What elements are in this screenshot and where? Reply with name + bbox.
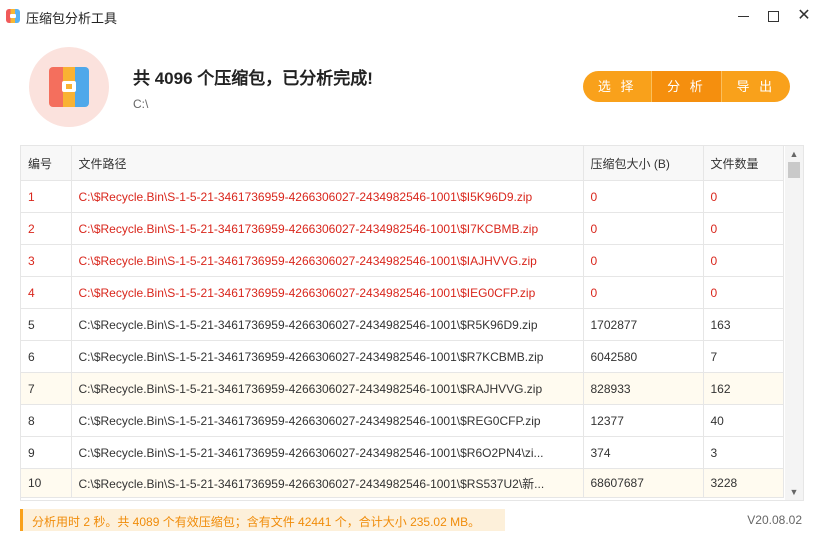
cell-path: C:\$Recycle.Bin\S-1-5-21-3461736959-4266… — [71, 180, 584, 213]
minimize-icon[interactable] — [734, 6, 754, 26]
status-summary: 分析用时 2 秒。共 4089 个有效压缩包；含有文件 42441 个，合计大小… — [32, 515, 481, 529]
table-row[interactable]: 8 C:\$Recycle.Bin\S-1-5-21-3461736959-42… — [21, 404, 784, 437]
cell-size: 1702877 — [583, 308, 704, 341]
cell-path: C:\$Recycle.Bin\S-1-5-21-3461736959-4266… — [71, 244, 584, 277]
cell-size: 828933 — [583, 372, 704, 405]
maximize-icon[interactable] — [764, 6, 784, 26]
cell-id: 6 — [21, 340, 72, 373]
export-button[interactable]: 导 出 — [722, 71, 790, 102]
package-icon — [49, 67, 89, 107]
cell-count: 0 — [703, 276, 784, 309]
cell-id: 4 — [21, 276, 72, 309]
cell-path: C:\$Recycle.Bin\S-1-5-21-3461736959-4266… — [71, 404, 584, 437]
cell-count: 0 — [703, 244, 784, 277]
cell-size: 6042580 — [583, 340, 704, 373]
cell-size: 0 — [583, 180, 704, 213]
version-label: V20.08.02 — [747, 513, 802, 527]
column-header-size[interactable]: 压缩包大小 (B) — [583, 146, 704, 181]
table-row[interactable]: 9 C:\$Recycle.Bin\S-1-5-21-3461736959-42… — [21, 436, 784, 469]
cell-count: 0 — [703, 212, 784, 245]
table-row[interactable]: 6 C:\$Recycle.Bin\S-1-5-21-3461736959-42… — [21, 340, 784, 373]
cell-id: 1 — [21, 180, 72, 213]
cell-id: 8 — [21, 404, 72, 437]
scroll-up-icon[interactable]: ▲ — [785, 146, 803, 162]
window-title: 压缩包分析工具 — [26, 11, 118, 26]
cell-count: 3228 — [703, 468, 784, 498]
cell-path: C:\$Recycle.Bin\S-1-5-21-3461736959-4266… — [71, 468, 584, 498]
scan-path: C:\ — [133, 97, 149, 111]
cell-path: C:\$Recycle.Bin\S-1-5-21-3461736959-4266… — [71, 340, 584, 373]
table-row[interactable]: 7 C:\$Recycle.Bin\S-1-5-21-3461736959-42… — [21, 372, 784, 405]
scroll-thumb[interactable] — [788, 162, 800, 178]
cell-count: 3 — [703, 436, 784, 469]
column-header-count[interactable]: 文件数量 — [703, 146, 784, 181]
cell-id: 2 — [21, 212, 72, 245]
table-row[interactable]: 4 C:\$Recycle.Bin\S-1-5-21-3461736959-42… — [21, 276, 784, 309]
action-button-group: 选 择 分 析 导 出 — [583, 71, 790, 102]
select-button[interactable]: 选 择 — [583, 71, 651, 102]
scroll-down-icon[interactable]: ▼ — [785, 484, 803, 500]
cell-count: 163 — [703, 308, 784, 341]
cell-size: 0 — [583, 244, 704, 277]
cell-size: 68607687 — [583, 468, 704, 498]
status-bar: 分析用时 2 秒。共 4089 个有效压缩包；含有文件 42441 个，合计大小… — [20, 509, 505, 531]
cell-id: 9 — [21, 436, 72, 469]
cell-size: 12377 — [583, 404, 704, 437]
column-header-id[interactable]: 编号 — [21, 146, 72, 181]
cell-path: C:\$Recycle.Bin\S-1-5-21-3461736959-4266… — [71, 308, 584, 341]
table-row[interactable]: 3 C:\$Recycle.Bin\S-1-5-21-3461736959-42… — [21, 244, 784, 277]
results-table: 编号 文件路径 压缩包大小 (B) 文件数量 1 C:\$Recycle.Bin… — [20, 145, 804, 501]
table-header: 编号 文件路径 压缩包大小 (B) 文件数量 — [21, 146, 784, 181]
archive-icon — [6, 9, 20, 23]
table-row[interactable]: 10 C:\$Recycle.Bin\S-1-5-21-3461736959-4… — [21, 468, 784, 498]
cell-id: 7 — [21, 372, 72, 405]
table-row[interactable]: 5 C:\$Recycle.Bin\S-1-5-21-3461736959-42… — [21, 308, 784, 341]
cell-path: C:\$Recycle.Bin\S-1-5-21-3461736959-4266… — [71, 436, 584, 469]
cell-size: 374 — [583, 436, 704, 469]
result-headline: 共 4096 个压缩包，已分析完成! — [133, 69, 373, 88]
cell-size: 0 — [583, 276, 704, 309]
cell-id: 5 — [21, 308, 72, 341]
vertical-scrollbar[interactable]: ▲ ▼ — [785, 146, 803, 500]
cell-path: C:\$Recycle.Bin\S-1-5-21-3461736959-4266… — [71, 372, 584, 405]
cell-path: C:\$Recycle.Bin\S-1-5-21-3461736959-4266… — [71, 212, 584, 245]
column-header-path[interactable]: 文件路径 — [71, 146, 584, 181]
cell-count: 7 — [703, 340, 784, 373]
cell-count: 0 — [703, 180, 784, 213]
cell-size: 0 — [583, 212, 704, 245]
cell-path: C:\$Recycle.Bin\S-1-5-21-3461736959-4266… — [71, 276, 584, 309]
table-row[interactable]: 1 C:\$Recycle.Bin\S-1-5-21-3461736959-42… — [21, 180, 784, 213]
cell-count: 40 — [703, 404, 784, 437]
cell-id: 10 — [21, 468, 72, 498]
cell-count: 162 — [703, 372, 784, 405]
analyze-button[interactable]: 分 析 — [652, 71, 721, 102]
title-bar: 压缩包分析工具 ✕ — [0, 0, 820, 32]
cell-id: 3 — [21, 244, 72, 277]
app-logo — [29, 47, 109, 127]
close-icon[interactable]: ✕ — [794, 6, 814, 26]
table-row[interactable]: 2 C:\$Recycle.Bin\S-1-5-21-3461736959-42… — [21, 212, 784, 245]
